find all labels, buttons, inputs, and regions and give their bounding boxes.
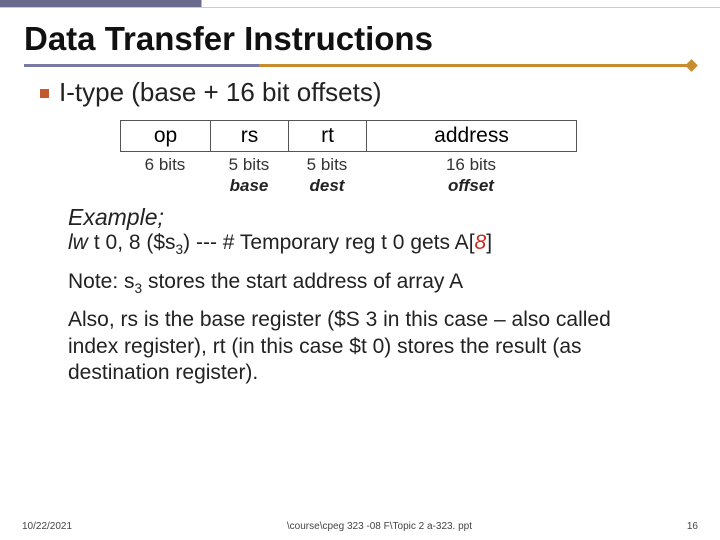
- footer-path: \course\cpeg 323 -08 F\Topic 2 a-323. pp…: [72, 521, 687, 532]
- example-p3: ]: [486, 231, 492, 254]
- role-addr: offset: [366, 176, 576, 196]
- footer-date: 10/22/2021: [22, 521, 72, 532]
- role-op: [120, 176, 210, 196]
- note1-sub: 3: [135, 281, 143, 296]
- mnemonic: lw: [68, 231, 88, 255]
- note-1: Note: s3 stores the start address of arr…: [68, 269, 652, 297]
- bullet-text: I-type (base + 16 bit offsets): [59, 77, 382, 108]
- instruction-format-table: op rs rt address: [120, 120, 577, 152]
- footer-page: 16: [687, 521, 698, 532]
- example-idx: 8: [475, 231, 487, 254]
- bits-rs: 5 bits: [210, 155, 288, 175]
- field-address: address: [367, 121, 577, 152]
- field-rs: rs: [211, 121, 289, 152]
- example-text: t 0, 8 ($s3) --- # Temporary reg t 0 get…: [94, 231, 492, 257]
- role-row: base dest offset: [120, 176, 680, 196]
- example-p2: ) --- # Temporary reg t 0 gets A[: [183, 231, 474, 254]
- role-rs: base: [210, 176, 288, 196]
- content-area: I-type (base + 16 bit offsets) op rs rt …: [0, 77, 720, 386]
- bits-row: 6 bits 5 bits 5 bits 16 bits: [120, 155, 680, 175]
- example-header: Example;: [68, 204, 680, 231]
- page-title: Data Transfer Instructions: [0, 8, 720, 64]
- example-p1: t 0, 8 ($s: [94, 231, 176, 254]
- field-rt: rt: [289, 121, 367, 152]
- example-line: lw t 0, 8 ($s3) --- # Temporary reg t 0 …: [68, 231, 680, 257]
- example-sub1: 3: [176, 242, 184, 257]
- bits-addr: 16 bits: [366, 155, 576, 175]
- note1a: Note: s: [68, 270, 135, 293]
- decorative-top-bar: [0, 0, 720, 8]
- table-row: op rs rt address: [121, 121, 577, 152]
- bullet-icon: [40, 89, 49, 98]
- bits-rt: 5 bits: [288, 155, 366, 175]
- note1b: stores the start address of array A: [142, 270, 463, 293]
- role-rt: dest: [288, 176, 366, 196]
- note-2: Also, rs is the base register ($S 3 in t…: [68, 307, 652, 386]
- bullet-item: I-type (base + 16 bit offsets): [40, 77, 680, 108]
- footer: 10/22/2021 \course\cpeg 323 -08 F\Topic …: [0, 521, 720, 532]
- title-underline: [24, 64, 696, 67]
- field-op: op: [121, 121, 211, 152]
- bits-op: 6 bits: [120, 155, 210, 175]
